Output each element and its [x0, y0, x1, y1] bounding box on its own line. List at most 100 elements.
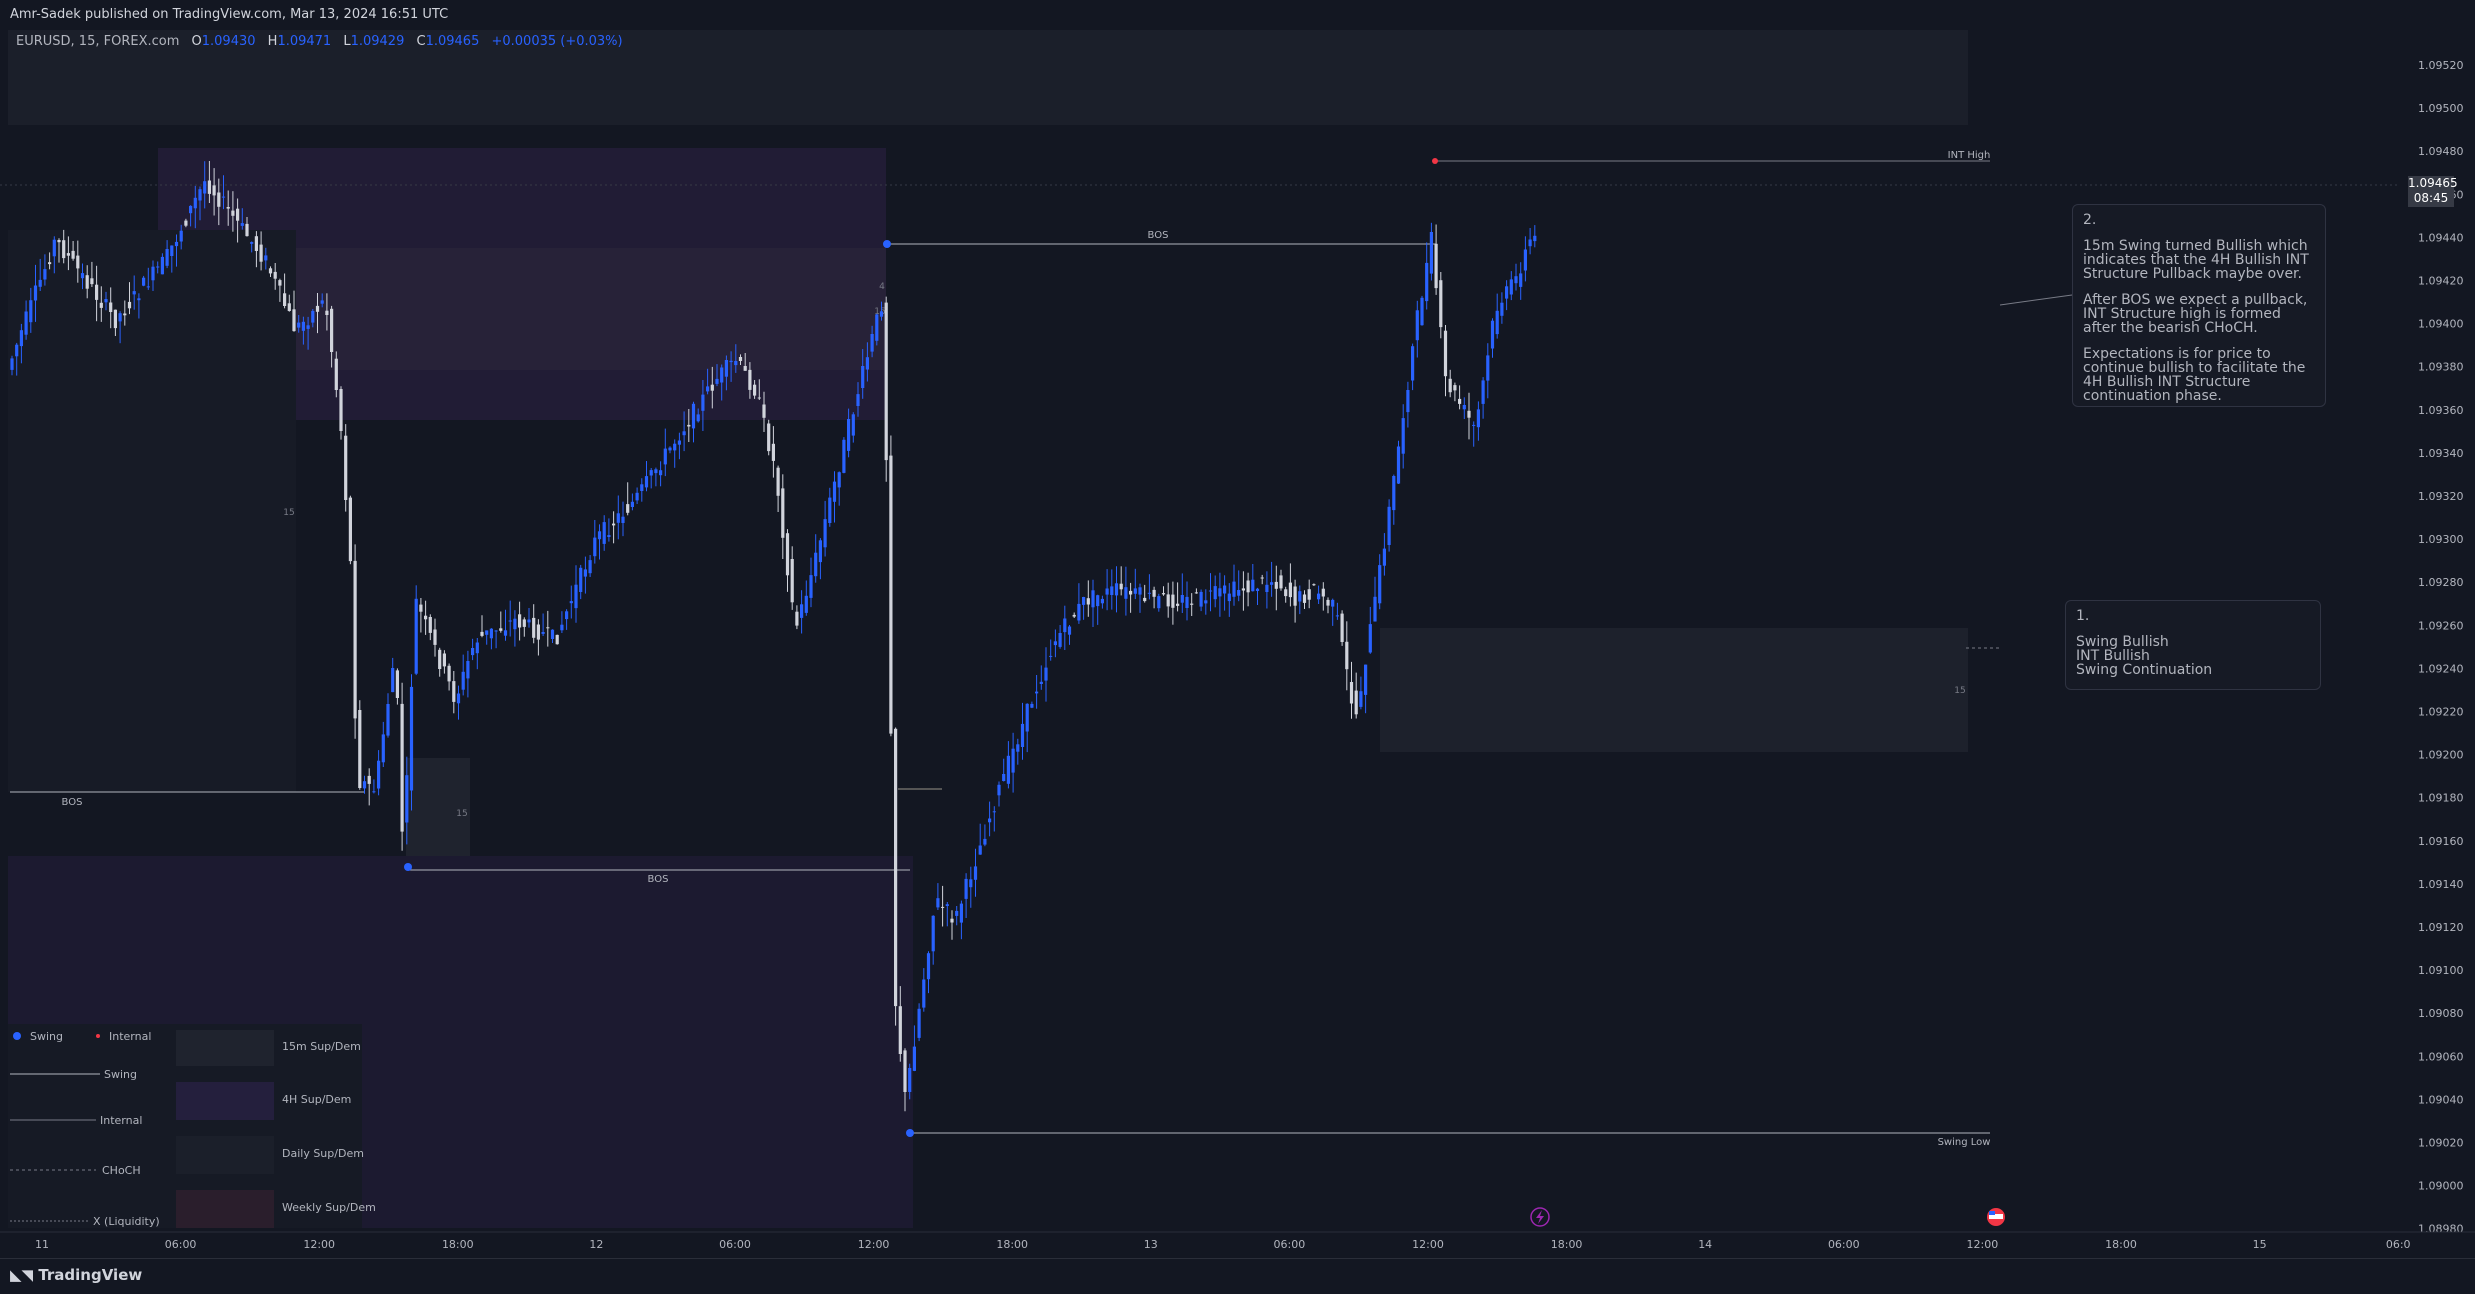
candle-body — [231, 210, 235, 216]
candle-body — [80, 273, 85, 279]
price-tick-label: 1.09360 — [2418, 404, 2464, 417]
legend-choch-line-label: CHoCH — [102, 1164, 141, 1177]
candle-body — [198, 189, 202, 201]
price-tick-label: 1.09020 — [2418, 1137, 2464, 1150]
bar-countdown: 08:45 — [2413, 191, 2449, 205]
candle-body — [1180, 595, 1184, 603]
candle-body — [1237, 590, 1241, 596]
note-1-line-2: INT Bullish — [2076, 648, 2150, 664]
candle-body — [1190, 603, 1194, 605]
candle-body — [320, 300, 324, 304]
candle-body — [1326, 599, 1330, 606]
change-value: +0.00035 (+0.03%) — [491, 34, 623, 49]
time-tick-label: 18:00 — [996, 1238, 1028, 1251]
legend-internal-dot — [96, 1034, 100, 1038]
us-flag-icon[interactable] — [1987, 1208, 2005, 1226]
candle-body — [710, 384, 714, 391]
tradingview-logo-text: TradingView — [38, 1266, 143, 1284]
candle-body — [367, 775, 371, 784]
tradingview-logo[interactable]: ◣◥ TradingView — [10, 1266, 142, 1284]
candle-body — [743, 366, 747, 371]
candle-body — [1429, 232, 1433, 274]
candle-body — [424, 615, 428, 620]
candle-body — [757, 397, 761, 399]
candle-body — [268, 268, 273, 274]
candle-body — [1044, 667, 1048, 681]
legend-daily-label: Daily Sup/Dem — [282, 1147, 364, 1160]
price-tick-label: 1.09500 — [2418, 102, 2464, 115]
candle-body — [922, 979, 926, 1008]
candle-body — [767, 423, 771, 452]
candle-body — [1072, 614, 1076, 617]
candle-body — [1161, 593, 1166, 595]
candle-body — [691, 403, 696, 429]
candle-body — [673, 443, 677, 451]
candle-body — [29, 300, 33, 323]
candle-body — [254, 236, 258, 251]
candle-body — [1434, 243, 1438, 289]
candle-body — [203, 181, 207, 194]
time-tick-label: 12:00 — [1412, 1238, 1444, 1251]
candle-body — [527, 619, 531, 623]
candle-body — [837, 472, 841, 488]
price-tick-label: 1.09440 — [2418, 231, 2464, 244]
candle-body — [865, 357, 869, 370]
time-tick-label: 12:00 — [303, 1238, 335, 1251]
candle-body — [170, 245, 174, 256]
candle-body — [1349, 682, 1354, 704]
time-axis[interactable]: 11 06:00 12:00 18:00 12 06:00 12:00 18:00 13 06:0… — [35, 1238, 2411, 1251]
note-1[interactable]: 1. Swing Bullish INT Bullish Swing Conti… — [2065, 600, 2321, 690]
symbol-name[interactable]: EURUSD, 15, FOREX.com — [16, 34, 179, 49]
candle-body — [532, 617, 536, 638]
candle-body — [1035, 691, 1039, 694]
bos-label-upper: BOS — [1148, 230, 1169, 241]
candle-body — [1439, 280, 1443, 328]
candle-body — [715, 378, 719, 384]
candle-body — [738, 357, 743, 361]
candle-body — [912, 1046, 916, 1071]
candle-body — [358, 710, 362, 788]
candle-body — [1251, 579, 1255, 592]
candle-body — [536, 624, 540, 640]
candle-body — [306, 325, 310, 329]
candle-body — [889, 455, 893, 734]
candle-body — [409, 686, 414, 791]
note-2[interactable]: 2. 15m Swing turned Bullish which indica… — [2072, 204, 2326, 407]
candle-body — [62, 240, 66, 259]
candle-body — [1176, 603, 1180, 606]
candle-body — [1486, 355, 1490, 381]
candle-body — [146, 286, 150, 288]
note-2-paragraph-3: Expectations is for price to continue bu… — [2083, 346, 2306, 404]
open-value: 1.09430 — [201, 34, 256, 49]
symbol-ohlc-legend[interactable]: EURUSD, 15, FOREX.com O1.09430 H1.09471 … — [16, 34, 623, 49]
candle-body — [447, 665, 451, 682]
candle-body — [1406, 390, 1410, 413]
candle-body — [1232, 581, 1236, 597]
candle-body — [1415, 310, 1419, 341]
price-tick-label: 1.09300 — [2418, 533, 2464, 546]
candle-body — [1528, 239, 1532, 247]
candle-body — [687, 424, 691, 427]
close-label: C — [416, 34, 426, 49]
candle-body — [541, 632, 545, 634]
candle-body — [1411, 346, 1415, 381]
candle-body — [1396, 446, 1401, 484]
candle-body — [856, 394, 860, 406]
candle-body — [43, 269, 47, 280]
candle-body — [790, 559, 794, 603]
candle-body — [461, 671, 465, 690]
candle-body — [955, 910, 959, 916]
candle-body — [485, 630, 489, 635]
price-tick-label: 1.09180 — [2418, 792, 2464, 805]
candle-body — [419, 604, 423, 612]
candle-body — [1284, 589, 1288, 597]
candle-body — [48, 262, 52, 265]
time-tick-label: 06:00 — [719, 1238, 751, 1251]
candle-body — [1025, 703, 1029, 732]
time-tick-label: 13 — [1144, 1238, 1158, 1251]
candle-body — [1467, 410, 1471, 418]
candle-body — [832, 481, 837, 502]
candle-body — [522, 619, 526, 627]
price-tick-label: 1.09400 — [2418, 318, 2464, 331]
price-tick-label: 1.09240 — [2418, 662, 2464, 675]
